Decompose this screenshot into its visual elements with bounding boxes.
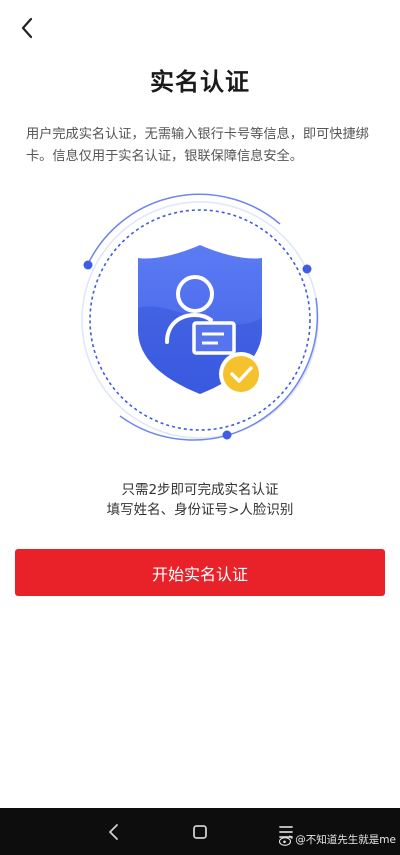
weibo-icon bbox=[279, 835, 293, 846]
start-verification-button[interactable]: 开始实名认证 bbox=[15, 549, 385, 596]
watermark: @不知道先生就是me bbox=[279, 832, 396, 847]
verification-illustration bbox=[70, 190, 330, 450]
check-icon bbox=[219, 352, 263, 396]
description-text: 用户完成实名认证，无需输入银行卡号等信息，即可快捷绑卡。信息仅用于实名认证，银联… bbox=[26, 127, 369, 164]
page-title: 实名认证 bbox=[150, 68, 250, 96]
nav-back-button[interactable] bbox=[101, 819, 127, 845]
steps-hint: 只需2步即可完成实名认证 bbox=[121, 482, 279, 498]
back-arrow-icon bbox=[21, 17, 33, 39]
nav-back-icon bbox=[109, 824, 118, 840]
watermark-text: @不知道先生就是me bbox=[295, 834, 396, 846]
steps-detail: 填写姓名、身份证号>人脸识别 bbox=[106, 502, 294, 518]
nav-home-button[interactable] bbox=[187, 819, 213, 845]
nav-home-icon bbox=[193, 825, 207, 839]
back-button[interactable] bbox=[14, 14, 42, 42]
